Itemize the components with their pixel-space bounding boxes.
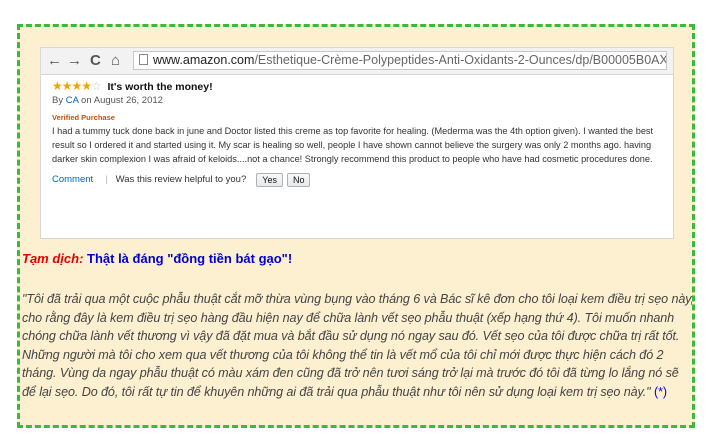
translation-text: "Tôi đã trải qua một cuộc phẫu thuật cắt… [22,292,694,399]
review-body: I had a tummy tuck done back in june and… [52,126,654,165]
back-arrow-icon[interactable]: ← [47,52,62,70]
review-byline: By CA on August 26, 2012 [52,95,163,106]
customer-review: ★★★★☆ It's worth the money! By CA on Aug… [52,79,664,187]
helpful-yes-button[interactable]: Yes [256,172,283,187]
reference-link[interactable]: (*) [654,385,667,399]
star-rating-icon: ★★★★☆ [52,79,102,93]
url-host: www.amazon.com [153,53,255,67]
translation-label: Tạm dịch: [22,251,84,266]
translation-heading: Thật là đáng "đồng tiền bát gạo"! [83,251,293,266]
helpful-question: Was this review helpful to you? [115,174,247,186]
forward-arrow-icon[interactable]: → [67,52,82,70]
url-path: /Esthetique-Crème-Polypeptides-Anti-Oxid… [254,53,667,67]
separator: | [105,174,108,186]
reload-icon[interactable]: C [90,52,101,70]
comment-link[interactable]: Comment [52,174,93,185]
page-icon [139,54,148,65]
browser-toolbar: ← → C ⌂ www.amazon.com/Esthetique-Crème-… [41,48,673,75]
verified-purchase-badge: Verified Purchase [52,113,115,122]
home-icon[interactable]: ⌂ [111,52,120,70]
review-title: It's worth the money! [107,81,213,93]
amazon-screenshot: ← → C ⌂ www.amazon.com/Esthetique-Crème-… [40,47,674,239]
translation-title: Tạm dịch: Thật là đáng "đồng tiền bát gạ… [22,251,292,266]
address-bar[interactable]: www.amazon.com/Esthetique-Crème-Polypept… [133,51,667,70]
content-frame: ← → C ⌂ www.amazon.com/Esthetique-Crème-… [17,24,695,428]
review-author-link[interactable]: CA [66,95,79,106]
helpful-no-button[interactable]: No [286,172,311,187]
review-date: on August 26, 2012 [78,95,163,106]
review-actions: Comment | Was this review helpful to you… [52,172,664,187]
review-header: ★★★★☆ It's worth the money! [52,79,664,93]
translation-body: "Tôi đã trải qua một cuộc phẫu thuật cắt… [22,290,694,402]
